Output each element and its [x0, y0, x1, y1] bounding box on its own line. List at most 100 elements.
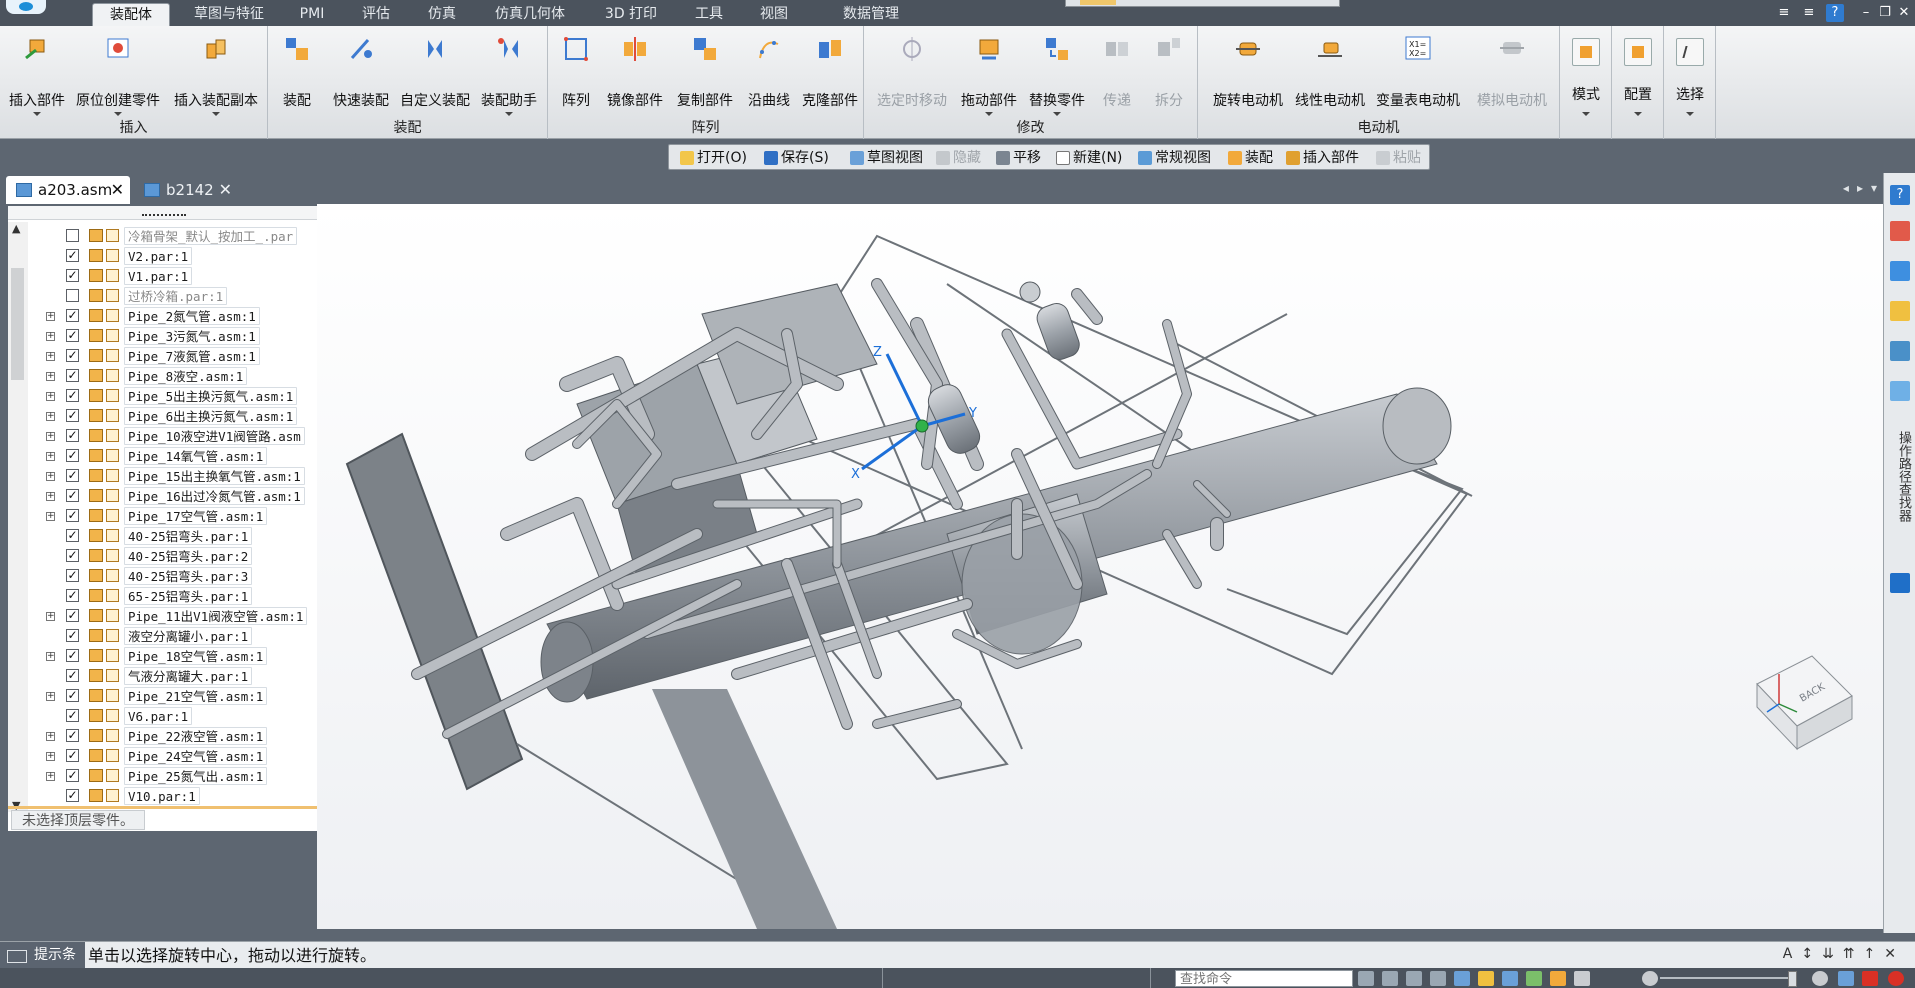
tree-row[interactable]: + ✓ Pipe_22液空管.asm:1: [36, 726, 320, 746]
expand-toggle[interactable]: +: [46, 692, 55, 701]
sketch-view-button[interactable]: 草图视图: [849, 148, 923, 168]
tab-3d-print[interactable]: 3D 打印: [596, 3, 666, 26]
close-tab-icon[interactable]: ✕: [219, 176, 232, 204]
fit-view-icon[interactable]: [1382, 971, 1398, 986]
tree-row[interactable]: ✓ 40-25铝弯头.par:2: [36, 546, 320, 566]
expand-toggle[interactable]: +: [46, 312, 55, 321]
tree-row[interactable]: ✓ 气液分离罐大.par:1: [36, 666, 320, 686]
simulate-motor-button[interactable]: 模拟电动机: [1470, 26, 1554, 120]
hide-button[interactable]: 隐藏: [935, 148, 981, 168]
tree-row[interactable]: + ✓ Pipe_10液空进V1阀管路.asm: [36, 426, 320, 446]
expand-toggle[interactable]: +: [46, 432, 55, 441]
linear-motor-button[interactable]: 线性电动机: [1290, 26, 1370, 120]
expand-toggle[interactable]: +: [46, 612, 55, 621]
tree-scrollbar[interactable]: ▲ ▼: [8, 222, 28, 812]
tab-data-management[interactable]: 数据管理: [821, 3, 921, 26]
ribbon-layout-icon[interactable]: ≡: [1775, 4, 1793, 22]
paste-button[interactable]: 粘贴: [1375, 148, 1421, 168]
library-icon[interactable]: [1890, 261, 1910, 281]
visibility-checkbox[interactable]: ✓: [66, 369, 79, 382]
expand-toggle[interactable]: +: [46, 772, 55, 781]
video-icon[interactable]: [1862, 971, 1878, 986]
tab-tools[interactable]: 工具: [686, 3, 732, 26]
tab-evaluate[interactable]: 评估: [353, 3, 399, 26]
tree-row[interactable]: ✓ 40-25铝弯头.par:1: [36, 526, 320, 546]
configuration-button[interactable]: 配置: [1612, 26, 1664, 120]
insert-part-button[interactable]: 插入部件: [4, 26, 70, 120]
mode-button[interactable]: 模式: [1560, 26, 1612, 120]
tree-row[interactable]: + ✓ Pipe_6出主换污氮气.asm:1: [36, 406, 320, 426]
visibility-checkbox[interactable]: ✓: [66, 449, 79, 462]
visibility-checkbox[interactable]: ✓: [66, 729, 79, 742]
along-curve-button[interactable]: 沿曲线: [742, 26, 796, 120]
tree-row[interactable]: + ✓ Pipe_18空气管.asm:1: [36, 646, 320, 666]
expand-toggle[interactable]: +: [46, 732, 55, 741]
tree-row[interactable]: ✓ V2.par:1: [36, 246, 320, 266]
scroll-up-icon[interactable]: ▲: [12, 222, 20, 235]
expand-toggle[interactable]: +: [46, 372, 55, 381]
pathfinder-tab-label[interactable]: 操作路径查找器: [1890, 431, 1911, 522]
create-in-place-button[interactable]: 原位创建零件: [72, 26, 164, 120]
tree-row[interactable]: + ✓ Pipe_3污氮气.asm:1: [36, 326, 320, 346]
split-button[interactable]: 拆分: [1144, 26, 1194, 120]
visibility-checkbox[interactable]: ✓: [66, 709, 79, 722]
visibility-checkbox[interactable]: ✓: [66, 689, 79, 702]
move-on-select-button[interactable]: 选定时移动: [870, 26, 954, 120]
tree-row[interactable]: ✓ V10.par:1: [36, 786, 320, 806]
assembly-assistant-button[interactable]: 装配助手: [476, 26, 542, 120]
named-view-icon[interactable]: [1454, 971, 1470, 986]
expand-toggle[interactable]: +: [46, 652, 55, 661]
tree-splitter-grip[interactable]: [8, 206, 317, 220]
variable-table-motor-button[interactable]: X1= X2= 变量表电动机: [1370, 26, 1466, 120]
display-icon[interactable]: [1526, 971, 1542, 986]
rotary-motor-button[interactable]: 旋转电动机: [1206, 26, 1290, 120]
tree-row[interactable]: + ✓ Pipe_15出主换氧气管.asm:1: [36, 466, 320, 486]
help-tool-icon[interactable]: ?: [1890, 185, 1910, 205]
visibility-checkbox[interactable]: ✓: [66, 469, 79, 482]
visibility-checkbox[interactable]: ✓: [66, 269, 79, 282]
tab-assembly[interactable]: 装配体: [92, 3, 170, 26]
shaded-view-icon[interactable]: [1478, 971, 1494, 986]
tree-row[interactable]: + ✓ Pipe_16出过冷氮气管.asm:1: [36, 486, 320, 506]
clone-part-button[interactable]: 克隆部件: [798, 26, 862, 120]
save-button[interactable]: 保存(S): [763, 148, 829, 168]
select-button[interactable]: 选择: [1664, 26, 1716, 120]
visibility-checkbox[interactable]: [66, 229, 79, 242]
drag-part-button[interactable]: 拖动部件: [956, 26, 1022, 120]
new-button[interactable]: 新建(N): [1055, 148, 1122, 168]
tree-row[interactable]: + ✓ Pipe_5出主换污氮气.asm:1: [36, 386, 320, 406]
tree-row[interactable]: + ✓ Pipe_8液空.asm:1: [36, 366, 320, 386]
visibility-checkbox[interactable]: ✓: [66, 409, 79, 422]
minimize-icon[interactable]: –: [1857, 4, 1875, 22]
open-button[interactable]: 打开(O): [679, 148, 747, 168]
custom-assemble-button[interactable]: 自定义装配: [396, 26, 474, 120]
record-icon[interactable]: [1888, 971, 1904, 986]
layers-icon[interactable]: [1890, 221, 1910, 241]
visibility-checkbox[interactable]: ✓: [66, 749, 79, 762]
zoom-area-icon[interactable]: [1406, 971, 1422, 986]
zoom-in-icon[interactable]: [1812, 971, 1828, 986]
visibility-checkbox[interactable]: ✓: [66, 609, 79, 622]
gear-icon[interactable]: [1890, 573, 1910, 593]
tree-row[interactable]: ✓ 液空分离罐小.par:1: [36, 626, 320, 646]
tab-sketch-feature[interactable]: 草图与特征: [181, 3, 277, 26]
view-cube[interactable]: BACK: [1756, 655, 1853, 751]
tree-row[interactable]: + ✓ Pipe_25氮气出.asm:1: [36, 766, 320, 786]
visibility-checkbox[interactable]: ✓: [66, 669, 79, 682]
close-window-icon[interactable]: ✕: [1895, 4, 1913, 22]
tree-row[interactable]: ✓ 40-25铝弯头.par:3: [36, 566, 320, 586]
graphics-viewport[interactable]: Z Y X BACK: [317, 204, 1883, 929]
tree-row[interactable]: ✓ V6.par:1: [36, 706, 320, 726]
section-view-icon[interactable]: [1550, 971, 1566, 986]
replace-part-button[interactable]: 替换零件: [1024, 26, 1090, 120]
expand-toggle[interactable]: +: [46, 412, 55, 421]
prompt-options-icons[interactable]: A↕⇊⇈↑✕: [1783, 946, 1905, 962]
tree-row[interactable]: + ✓ Pipe_7液氮管.asm:1: [36, 346, 320, 366]
zoom-slider[interactable]: [1660, 971, 1797, 987]
ribbon-options-icon[interactable]: ≡: [1800, 4, 1818, 22]
tree-row[interactable]: + ✓ Pipe_17空气管.asm:1: [36, 506, 320, 526]
visibility-checkbox[interactable]: ✓: [66, 429, 79, 442]
visibility-checkbox[interactable]: ✓: [66, 389, 79, 402]
tree-row[interactable]: 过桥冷箱.par:1: [36, 286, 320, 306]
color-palette-icon[interactable]: [1890, 301, 1910, 321]
